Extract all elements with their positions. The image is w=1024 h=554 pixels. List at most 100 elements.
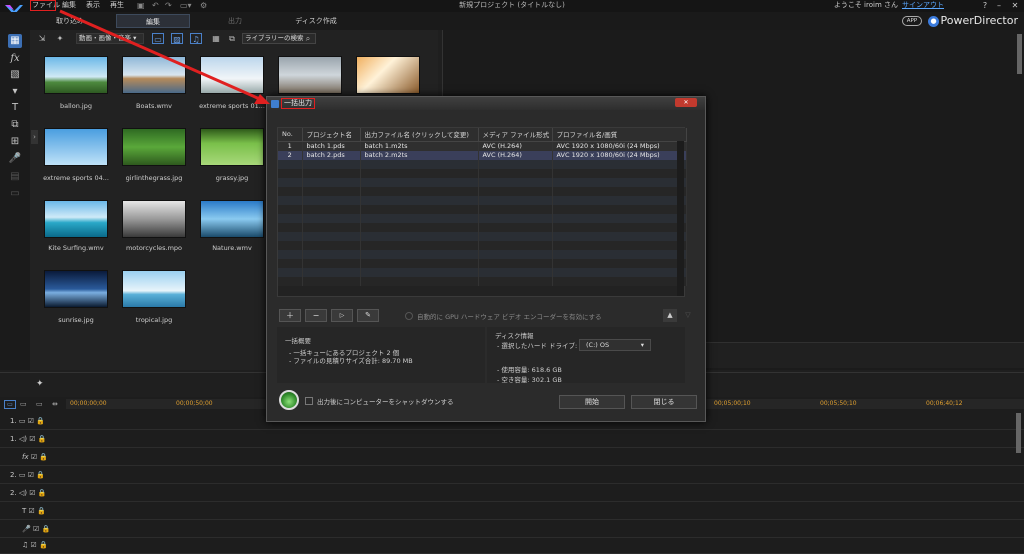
title-room-icon[interactable]: T: [8, 101, 22, 115]
close-button[interactable]: 閉じる: [631, 395, 697, 409]
track-header: ♫ ☑ 🔒: [22, 541, 48, 549]
timeline-scrollbar[interactable]: [1016, 413, 1021, 453]
notification-bell-icon[interactable]: ●: [928, 16, 939, 27]
column-header[interactable]: メディア ファイル形式: [478, 128, 553, 142]
search-icon[interactable]: ⌕: [302, 33, 314, 44]
track-music[interactable]: ♫ ☑ 🔒: [0, 537, 1024, 554]
thumbnail-sunrise[interactable]: [44, 270, 108, 308]
redo-icon[interactable]: ↷: [165, 1, 172, 10]
track-manager-icon[interactable]: ▭: [4, 400, 16, 409]
signout-link[interactable]: サインアウト: [902, 1, 944, 9]
thumbnail-grassy[interactable]: [200, 128, 264, 166]
table-scrollbar[interactable]: [677, 141, 684, 296]
add-project-button[interactable]: ＋: [279, 309, 301, 322]
thumbnail-ballon[interactable]: [44, 56, 108, 94]
batch-summary-panel: 一括概要 - 一括キューにあるプロジェクト 2 個 - ファイルの見積りサイズ合…: [277, 327, 485, 383]
menu-edit[interactable]: 編集: [62, 0, 76, 11]
media-room-icon[interactable]: ▦: [8, 34, 22, 48]
disk-used: - 使用容量: 618.6 GB: [497, 366, 562, 374]
zoom-icon[interactable]: ▭: [36, 400, 43, 408]
media-label: Nature.wmv: [212, 244, 252, 252]
ruler-tick: 00;05;50;10: [820, 400, 857, 407]
audio-filter-icon[interactable]: ♫: [190, 33, 202, 44]
save-icon[interactable]: ▣: [137, 1, 145, 10]
help-icon[interactable]: ?: [978, 0, 992, 11]
disk-heading: ディスク情報: [495, 332, 534, 340]
drive-select-dropdown[interactable]: (C:) OS ▾: [579, 339, 651, 351]
track-header: 2. ◁) ☑ 🔒: [10, 489, 47, 497]
video-filter-icon[interactable]: ▭: [152, 33, 164, 44]
subtitle-room-icon[interactable]: ▭: [8, 187, 22, 201]
undo-icon[interactable]: ↶: [152, 1, 159, 10]
shutdown-checkbox[interactable]: [305, 397, 313, 405]
dialog-close-button[interactable]: ✕: [675, 98, 697, 107]
table-row[interactable]: 2 batch 2.pds batch 2.m2ts AVC (H.264) A…: [278, 150, 687, 160]
track-header: 1. ◁) ☑ 🔒: [10, 435, 47, 443]
column-header[interactable]: No.: [278, 128, 303, 142]
thumbnail-size-icon[interactable]: ⧉: [226, 33, 238, 44]
image-filter-icon[interactable]: ▨: [171, 33, 183, 44]
play-preview-button[interactable]: ▷: [331, 309, 353, 322]
thumbnail-girlinthegrass[interactable]: [122, 128, 186, 166]
thumbnail-tropical[interactable]: [122, 270, 186, 308]
plugin-icon[interactable]: ✦: [54, 33, 66, 44]
track-fx[interactable]: fx ☑ 🔒: [0, 449, 1024, 466]
tab-capture[interactable]: 取り込み: [40, 14, 100, 28]
remove-project-button[interactable]: −: [305, 309, 327, 322]
column-header[interactable]: プロジェクト名: [302, 128, 361, 142]
pip-room-icon[interactable]: ▧: [8, 68, 22, 82]
tab-disc-create[interactable]: ディスク作成: [280, 14, 352, 28]
storyboard-icon[interactable]: ▭: [20, 400, 27, 408]
track-title[interactable]: T ☑ 🔒: [0, 503, 1024, 520]
start-button[interactable]: 開始: [559, 395, 625, 409]
settings-gear-icon[interactable]: ⚙: [200, 1, 207, 10]
cell-output[interactable]: batch 1.m2ts: [360, 141, 479, 151]
thumbnail-boats[interactable]: [122, 56, 186, 94]
column-header[interactable]: 出力ファイル名 (クリックして変更): [360, 128, 479, 142]
layout-icon[interactable]: ▭▾: [180, 1, 192, 10]
tab-edit[interactable]: 編集: [116, 14, 190, 28]
move-down-button[interactable]: ▽: [681, 309, 695, 322]
audio-mixing-icon[interactable]: ⊞: [8, 135, 22, 149]
media-label: Boats.wmv: [136, 102, 172, 110]
fx-room-icon[interactable]: fx: [8, 52, 22, 66]
thumbnail-motorcycles[interactable]: [122, 200, 186, 238]
close-window-button[interactable]: ✕: [1008, 0, 1022, 11]
table-row[interactable]: 1 batch 1.pds batch 1.m2ts AVC (H.264) A…: [278, 141, 687, 151]
voice-over-icon[interactable]: 🎤: [8, 152, 22, 166]
media-label: ballon.jpg: [60, 102, 92, 110]
preview-scrollbar[interactable]: [1017, 34, 1022, 74]
track-audio-1[interactable]: 1. ◁) ☑ 🔒: [0, 431, 1024, 448]
grid-view-icon[interactable]: ▦: [210, 33, 222, 44]
track-voice[interactable]: 🎤 ☑ 🔒: [0, 521, 1024, 538]
particle-room-icon[interactable]: ▾: [8, 85, 22, 99]
cell-no: 2: [278, 150, 303, 160]
menu-play[interactable]: 再生: [110, 0, 124, 11]
fit-icon[interactable]: ⇹: [52, 400, 58, 408]
thumbnail-extreme-sports-01[interactable]: [200, 56, 264, 94]
edit-pencil-button[interactable]: ✎: [357, 309, 379, 322]
thumbnail-extreme-sports-03[interactable]: [356, 56, 420, 94]
chapter-room-icon[interactable]: ▤: [8, 170, 22, 184]
expand-panel-chevron-icon[interactable]: ›: [31, 130, 38, 144]
tab-output[interactable]: 出力: [200, 14, 270, 28]
thumbnail-extreme-sports-04[interactable]: [44, 128, 108, 166]
brand-name: PowerDirector: [940, 14, 1018, 27]
thumbnail-kite-surfing[interactable]: [44, 200, 108, 238]
cell-output[interactable]: batch 2.m2ts: [360, 150, 479, 160]
column-header[interactable]: プロファイル名/画質: [552, 128, 687, 142]
track-video-2[interactable]: 2. ▭ ☑ 🔒: [0, 467, 1024, 484]
thumbnail-nature[interactable]: [200, 200, 264, 238]
app-badge[interactable]: APP: [902, 16, 922, 26]
transition-room-icon[interactable]: ⧉: [8, 118, 22, 132]
ruler-tick: 00;00;50;00: [176, 400, 213, 407]
menu-view[interactable]: 表示: [86, 0, 100, 11]
thumbnail-extreme-sports-02[interactable]: [278, 56, 342, 94]
magic-tools-icon[interactable]: ✦: [36, 379, 44, 389]
library-filter-dropdown[interactable]: 動画・画像・音楽 ▾: [76, 33, 144, 44]
gpu-encoder-checkbox[interactable]: [405, 312, 413, 320]
track-audio-2[interactable]: 2. ◁) ☑ 🔒: [0, 485, 1024, 502]
move-up-button[interactable]: ▲: [663, 309, 677, 322]
minimize-button[interactable]: –: [992, 0, 1006, 11]
import-media-icon[interactable]: ⇲: [36, 33, 48, 44]
